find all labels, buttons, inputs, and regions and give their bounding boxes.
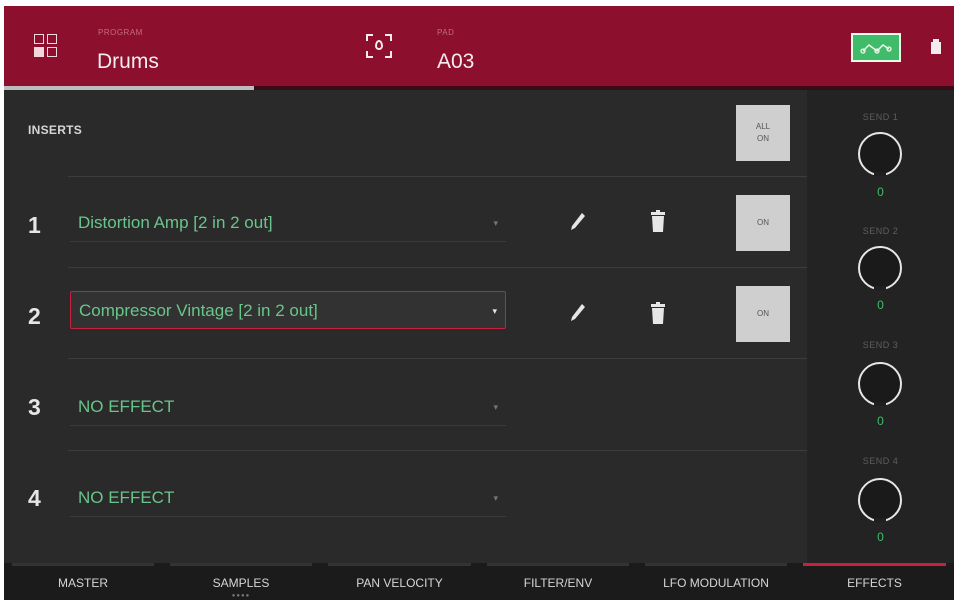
send-knob-3[interactable] bbox=[858, 362, 902, 406]
header-bar: PROGRAM Drums PAD A03 bbox=[4, 6, 954, 86]
tab-filter-env[interactable]: FILTER/ENV bbox=[479, 563, 637, 600]
bottom-tab-bar: MASTER SAMPLES ●●●● PAN VELOCITY FILTER/… bbox=[4, 563, 954, 600]
send-knob-2[interactable] bbox=[858, 246, 902, 290]
insert-on-button-2[interactable]: ON bbox=[736, 286, 790, 342]
send-label-3: SEND 3 bbox=[862, 340, 899, 350]
all-on-button[interactable]: ALL ON bbox=[736, 105, 790, 161]
effects-screen: PROGRAM Drums PAD A03 INSERTS ALL ON 1 D… bbox=[4, 6, 954, 600]
row-divider bbox=[68, 450, 808, 451]
insert-number-2: 2 bbox=[28, 303, 41, 329]
insert-number-3: 3 bbox=[28, 394, 41, 420]
tab-master[interactable]: MASTER bbox=[4, 563, 162, 600]
pad-value[interactable]: A03 bbox=[437, 50, 474, 74]
dropdown-arrow-icon: ▾ bbox=[493, 402, 498, 412]
automation-button[interactable] bbox=[851, 33, 901, 62]
sends-panel: SEND 1 0 SEND 2 0 SEND 3 0 SEND 4 0 bbox=[807, 90, 954, 563]
tab-lfo-modulation[interactable]: LFO MODULATION bbox=[637, 563, 795, 600]
send-knob-4[interactable] bbox=[858, 478, 902, 522]
tab-samples[interactable]: SAMPLES ●●●● bbox=[162, 563, 320, 600]
program-name[interactable]: Drums bbox=[97, 50, 159, 74]
inserts-heading: INSERTS bbox=[28, 123, 83, 137]
insert-number-1: 1 bbox=[28, 212, 41, 238]
row-divider bbox=[68, 176, 808, 177]
trash-icon[interactable] bbox=[651, 302, 665, 324]
send-value-3: 0 bbox=[877, 414, 884, 428]
tab-effects[interactable]: EFFECTS bbox=[795, 563, 954, 600]
dropdown-arrow-icon: ▾ bbox=[493, 493, 498, 503]
tab-pan-velocity[interactable]: PAN VELOCITY bbox=[320, 563, 479, 600]
row-divider bbox=[68, 267, 808, 268]
insert-effect-select-1[interactable]: Distortion Amp [2 in 2 out] ▾ bbox=[70, 204, 506, 242]
automation-icon bbox=[860, 44, 892, 54]
dropdown-arrow-icon: ▾ bbox=[492, 306, 497, 316]
row-divider bbox=[68, 358, 808, 359]
effect-name: Distortion Amp [2 in 2 out] bbox=[78, 213, 273, 232]
send-knob-1[interactable] bbox=[858, 132, 902, 176]
effect-name: NO EFFECT bbox=[78, 488, 175, 507]
effect-name: NO EFFECT bbox=[78, 397, 175, 416]
send-value-2: 0 bbox=[877, 298, 884, 312]
insert-effect-select-2[interactable]: Compressor Vintage [2 in 2 out] ▾ bbox=[70, 291, 506, 329]
send-label-1: SEND 1 bbox=[862, 112, 899, 122]
edit-pencil-icon[interactable] bbox=[569, 211, 587, 231]
trash-icon[interactable] bbox=[651, 210, 665, 232]
insert-effect-select-4[interactable]: NO EFFECT ▾ bbox=[70, 479, 506, 517]
page-dots-icon: ●●●● bbox=[231, 593, 251, 599]
send-value-4: 0 bbox=[877, 530, 884, 544]
program-label: PROGRAM bbox=[98, 28, 143, 37]
pad-label: PAD bbox=[437, 28, 455, 37]
send-value-1: 0 bbox=[877, 185, 884, 199]
send-label-4: SEND 4 bbox=[862, 456, 899, 466]
program-grid-icon[interactable] bbox=[34, 34, 58, 58]
pad-select-icon[interactable] bbox=[366, 34, 392, 58]
dropdown-arrow-icon: ▾ bbox=[493, 218, 498, 228]
insert-effect-select-3[interactable]: NO EFFECT ▾ bbox=[70, 388, 506, 426]
insert-number-4: 4 bbox=[28, 485, 41, 511]
effect-name: Compressor Vintage [2 in 2 out] bbox=[79, 301, 318, 320]
insert-on-button-1[interactable]: ON bbox=[736, 195, 790, 251]
battery-icon bbox=[931, 39, 941, 54]
send-label-2: SEND 2 bbox=[862, 226, 899, 236]
edit-pencil-icon[interactable] bbox=[569, 302, 587, 322]
